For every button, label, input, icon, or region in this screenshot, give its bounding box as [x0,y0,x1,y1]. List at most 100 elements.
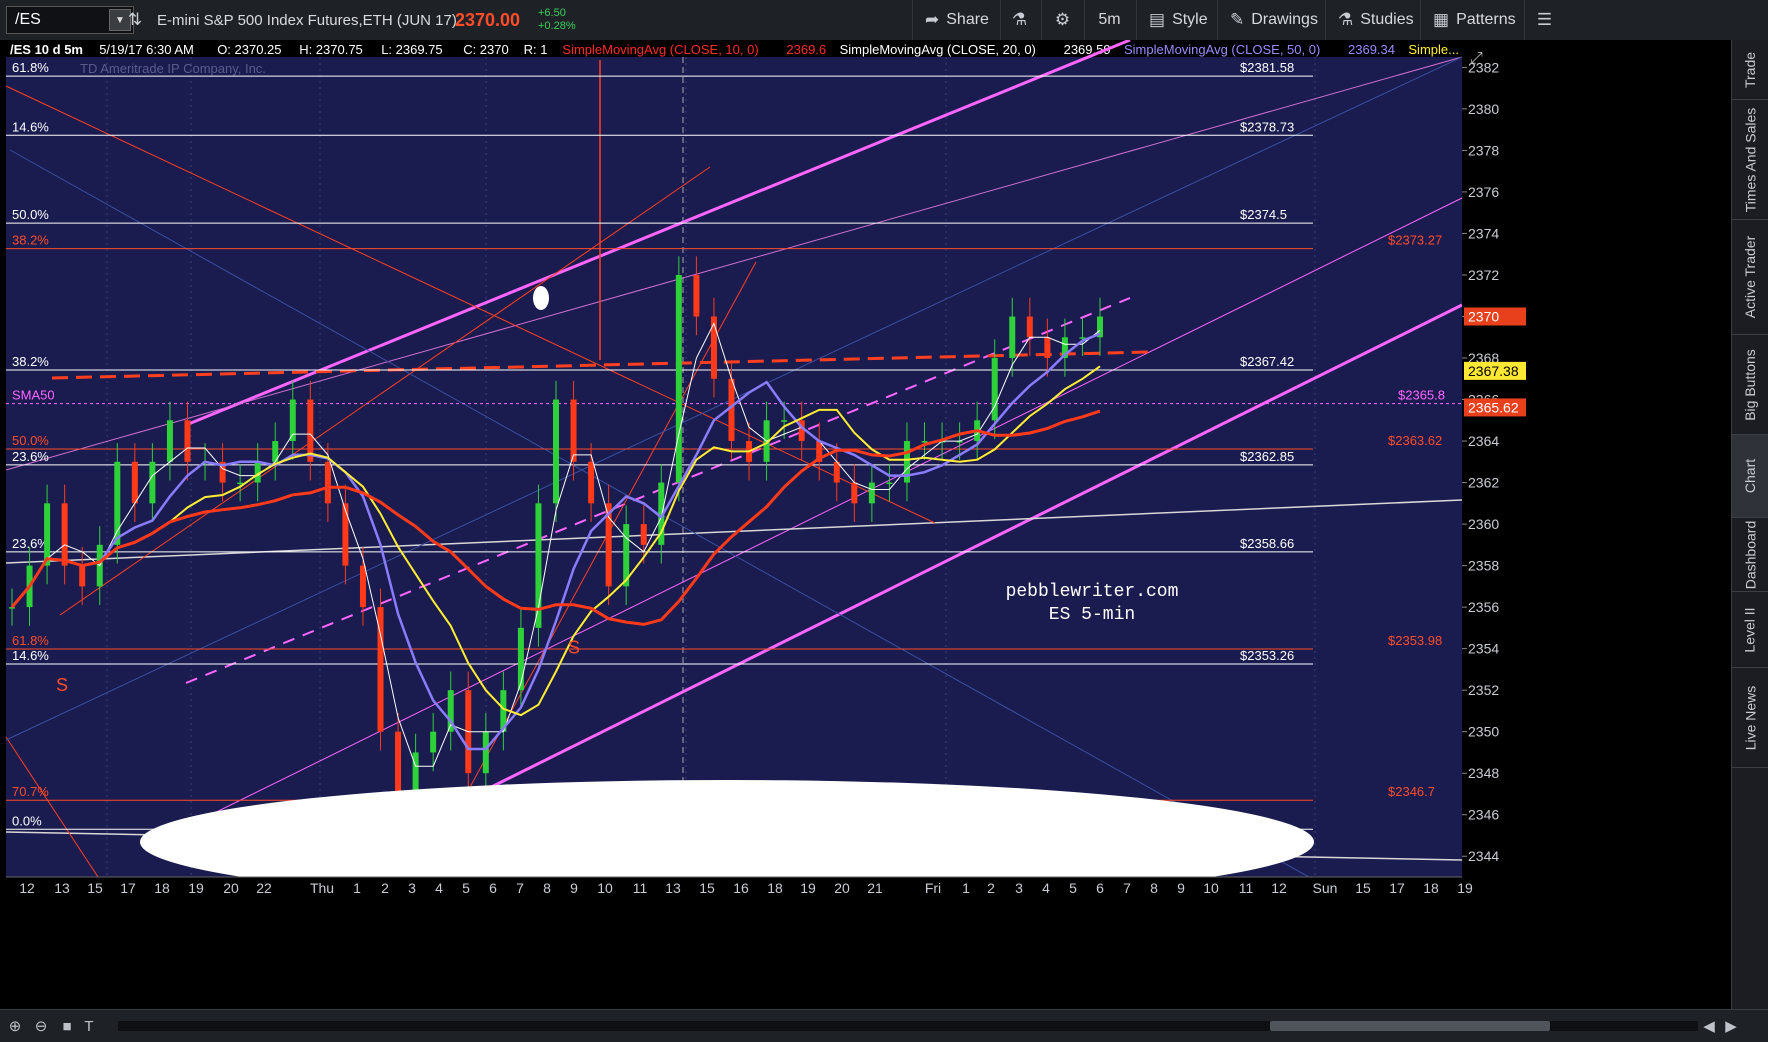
chart-toolbar: /ES ▼ ⇅ E-mini S&P 500 Index Futures,ETH… [0,0,1768,41]
candle-body [237,482,244,485]
symbol-input[interactable]: /ES ▼ [6,6,134,34]
fib-level-label: 50.0% [12,433,49,448]
drawings-button[interactable]: ✎ Drawings [1217,0,1321,40]
price-tag-label: 2370 [1468,308,1499,324]
legend-study-label: SimpleMovingAvg (CLOSE, 50, 0) [1124,42,1320,57]
patterns-label: Patterns [1456,11,1516,28]
symbol-value: /ES [15,11,41,28]
sidebar-tab-big-buttons[interactable]: Big Buttons [1732,335,1768,435]
zoom-box-icon[interactable]: ■ [58,1017,76,1035]
settings-button[interactable]: ⚙ [1041,0,1083,40]
y-tick-label: 2356 [1468,599,1499,615]
sidebar-tab-live-news[interactable]: Live News [1732,668,1768,768]
candle-body [675,274,682,483]
x-tick-label: 11 [1239,880,1254,896]
candle-body [342,503,349,566]
x-tick-label: Sun [1313,880,1338,896]
sidebar-tab-label: Chart [1741,458,1758,494]
candle-body [114,461,121,545]
fib-level-label: 70.7% [12,784,49,799]
text-tool-icon[interactable]: T [80,1017,98,1035]
legend-study-label: Simple... [1408,42,1459,57]
scroll-right-icon[interactable]: ▶ [1722,1017,1740,1035]
y-tick-label: 2362 [1468,475,1499,491]
x-tick-label: 13 [54,880,70,896]
x-tick-label: 15 [87,880,103,896]
scrollbar-thumb[interactable] [1270,1021,1550,1031]
x-tick-label: 9 [570,880,578,896]
y-tick-label: 2350 [1468,724,1499,740]
studies-button[interactable]: ⚗ Studies [1325,0,1418,40]
price-tag-label: 2367.38 [1468,363,1519,379]
sidebar-tab-dashboard[interactable]: Dashboard [1732,518,1768,592]
y-tick-label: 2352 [1468,682,1499,698]
last-price: 2370.00 [455,9,521,30]
timeframe-label: 5m [1098,11,1121,28]
x-tick-label: 6 [1096,880,1104,896]
style-button[interactable]: ▤ Style [1136,0,1216,40]
x-tick-label: 12 [1271,880,1287,896]
x-tick-label: 1 [962,880,970,896]
x-tick-label: 18 [1423,880,1439,896]
candle-body [61,503,68,566]
fib-level-label: 38.2% [12,233,49,248]
net-change: +6.50 [538,7,566,19]
x-tick-label: Thu [310,880,334,896]
menu-button[interactable]: ☰ [1524,0,1564,40]
candle-body [359,565,366,608]
candle-body [553,399,559,504]
legend-field: O: 2370.25 [217,42,281,57]
candle-body [868,482,875,504]
y-tick-label: 2372 [1468,267,1499,283]
sidebar-tab-active-trader[interactable]: Active Trader [1732,220,1768,335]
candle-body [921,441,928,443]
gear-icon: ⚙ [1054,10,1071,29]
y-tick-label: 2380 [1468,101,1499,117]
studies-label: Studies [1360,11,1414,28]
candle-body [728,378,735,442]
legend-study-label: SimpleMovingAvg (CLOSE, 10, 0) [562,42,758,57]
flask-button[interactable]: ⚗ [1000,0,1038,40]
price-tag-label: 2365.62 [1468,399,1519,415]
fib-level-price: $2365.8 [1398,388,1445,403]
legend-study-label: SimpleMovingAvg (CLOSE, 20, 0) [840,42,1036,57]
x-tick-label: 17 [120,880,136,896]
candle-body [517,627,524,691]
legend-study-value: 2369.34 [1348,42,1395,57]
x-tick-label: 18 [767,880,783,896]
candle-body [131,461,138,504]
candle-body [1009,316,1016,359]
fib-level-label: 50.0% [12,207,49,222]
x-tick-label: 15 [1355,880,1371,896]
fib-level-label: 0.0% [12,813,42,828]
x-tick-label: 12 [19,880,35,896]
y-tick-label: 2358 [1468,558,1499,574]
x-tick-label: 10 [597,880,613,896]
candle-body [430,731,437,753]
patterns-button[interactable]: ▦ Patterns [1420,0,1522,40]
right-sidebar: Trade Times And Sales Active Trader Big But… [1731,40,1768,1009]
x-tick-label: 10 [1203,880,1219,896]
x-tick-label: 8 [543,880,551,896]
sidebar-tab-label: Live News [1742,685,1758,750]
sidebar-tab-trade[interactable]: Trade [1732,40,1768,100]
x-tick-label: 20 [834,880,850,896]
sidebar-tab-chart[interactable]: Chart [1732,435,1768,518]
fib-level-price: $2346.7 [1388,784,1435,799]
zoom-out-icon[interactable]: ⊖ [32,1017,50,1035]
timeframe-button[interactable]: 5m [1084,0,1134,40]
x-tick-label: 20 [223,880,239,896]
x-tick-label: 11 [633,880,648,896]
candle-body [640,524,647,545]
price-change: +6.50 +0.28% [538,0,576,40]
candle-body [851,482,858,504]
sidebar-tab-times-and-sales[interactable]: Times And Sales [1732,100,1768,220]
link-icon[interactable]: ⇅ [128,0,142,40]
candle-body [991,358,998,421]
scroll-left-icon[interactable]: ◀ [1700,1017,1718,1035]
price-chart[interactable]: /ES 10 d 5m 5/19/17 6:30 AM O: 2370.25 H: 2… [0,40,1768,1009]
zoom-in-icon[interactable]: ⊕ [6,1017,24,1035]
x-tick-label: 1 [353,880,361,896]
share-button[interactable]: ➦ Share [912,0,1000,40]
sidebar-tab-level-ii[interactable]: Level II [1732,592,1768,668]
